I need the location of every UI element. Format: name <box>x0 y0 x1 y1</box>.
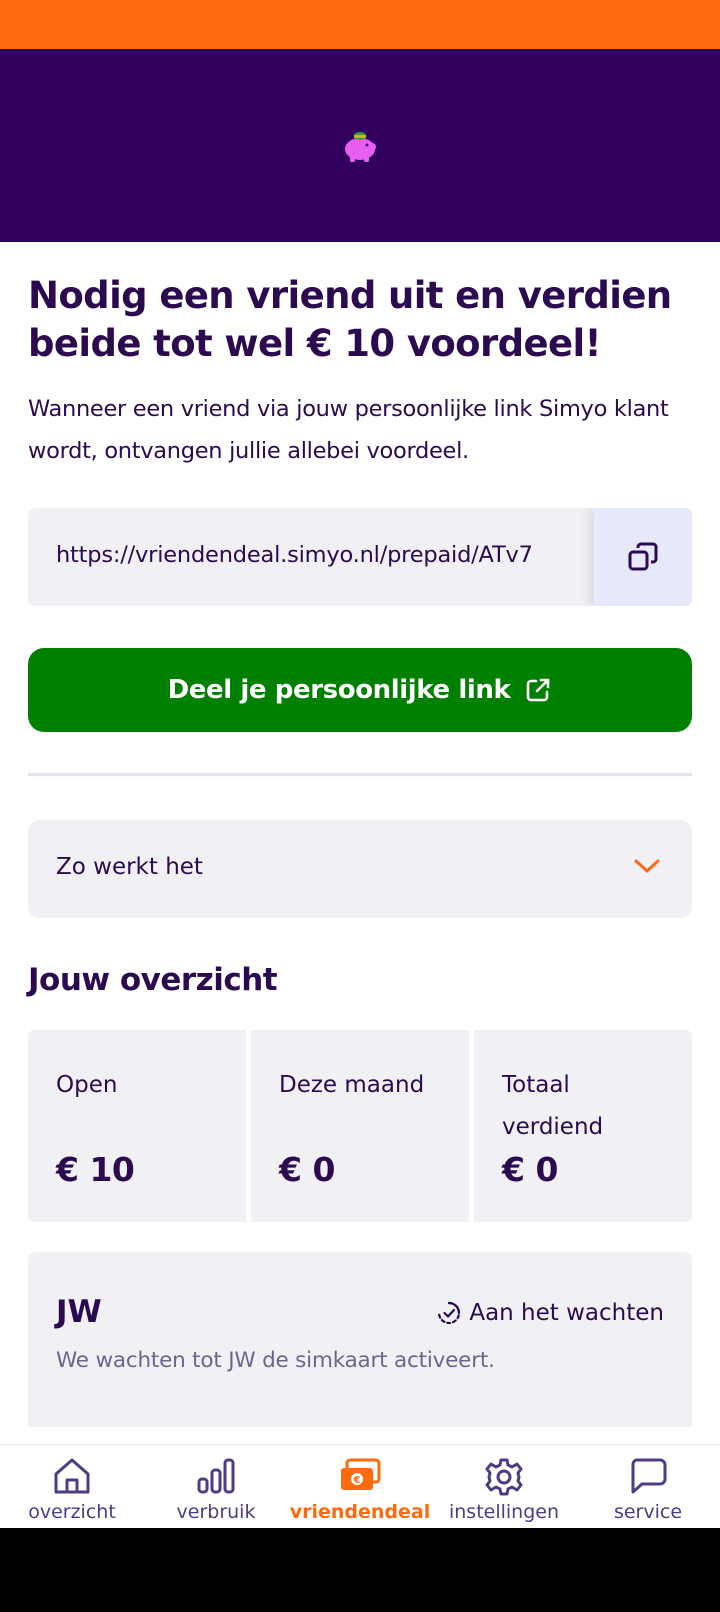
pending-check-icon <box>438 1301 461 1325</box>
nav-item-verbruik[interactable]: verbruik <box>144 1445 288 1528</box>
stat-label: Totaal verdiend <box>502 1072 604 1140</box>
friend-card: JW Aan het wachten We wachten tot JW de … <box>28 1252 692 1427</box>
stat-label: Open <box>56 1072 118 1098</box>
stat-value: € 10 <box>56 1150 135 1189</box>
nav-item-vriendendeal[interactable]: € vriendendeal <box>288 1445 432 1528</box>
referral-link-text: https://vriendendeal.simyo.nl/prepaid/AT… <box>56 542 533 568</box>
nav-item-service[interactable]: service <box>576 1445 720 1528</box>
divider <box>28 773 692 776</box>
friend-description: We wachten tot JW de simkaart activeert. <box>56 1348 495 1373</box>
stat-value: € 0 <box>279 1150 335 1189</box>
status-bar <box>0 0 720 49</box>
nav-label: verbruik <box>176 1501 256 1523</box>
share-link-label: Deel je persoonlijke link <box>167 675 511 705</box>
bottom-navigation: overzicht verbruik € vriendendeal instel… <box>0 1444 720 1528</box>
share-link-button[interactable]: Deel je persoonlijke link <box>28 648 692 732</box>
stat-open: Open € 10 <box>28 1030 246 1222</box>
external-link-icon <box>527 678 550 702</box>
friend-status-label: Aan het wachten <box>469 1300 664 1326</box>
page-title: Nodig een vriend uit en verdien beide to… <box>28 274 672 365</box>
stat-label: Deze maand <box>279 1072 425 1098</box>
stat-value: € 0 <box>502 1150 558 1189</box>
system-gesture-area <box>0 1528 720 1612</box>
accordion-label: Zo werkt het <box>56 854 203 880</box>
svg-text:€: € <box>353 1475 361 1486</box>
overview-title: Jouw overzicht <box>28 962 278 998</box>
chevron-down-icon <box>634 859 660 873</box>
referral-link-field[interactable]: https://vriendendeal.simyo.nl/prepaid/AT… <box>28 508 692 606</box>
friend-status: Aan het wachten <box>437 1300 664 1326</box>
bar-chart-icon <box>197 1458 235 1494</box>
stat-this-month: Deze maand € 0 <box>251 1030 469 1222</box>
friend-name: JW <box>56 1294 102 1330</box>
piggy-bank-icon <box>340 127 380 163</box>
gear-icon <box>485 1458 523 1496</box>
hero-banner <box>0 49 720 242</box>
copy-link-button[interactable] <box>594 508 692 606</box>
nav-label: overzicht <box>28 1501 116 1523</box>
nav-label: vriendendeal <box>289 1501 431 1523</box>
main-content: Nodig een vriend uit en verdien beide to… <box>0 242 720 1444</box>
chat-icon <box>631 1458 667 1494</box>
stat-total-earned: Totaal verdiend € 0 <box>474 1030 692 1222</box>
overview-stats: Open € 10 Deze maand € 0 Totaal verdiend… <box>28 1030 692 1222</box>
nav-label: instellingen <box>448 1501 560 1523</box>
nav-item-instellingen[interactable]: instellingen <box>432 1445 576 1528</box>
nav-label: service <box>613 1501 683 1523</box>
how-it-works-accordion[interactable]: Zo werkt het <box>28 820 692 918</box>
money-icon: € <box>341 1458 381 1490</box>
nav-item-overzicht[interactable]: overzicht <box>0 1445 144 1528</box>
home-icon <box>54 1458 90 1494</box>
intro-text: Wanneer een vriend via jouw persoonlijke… <box>28 396 669 464</box>
copy-icon <box>628 542 658 571</box>
